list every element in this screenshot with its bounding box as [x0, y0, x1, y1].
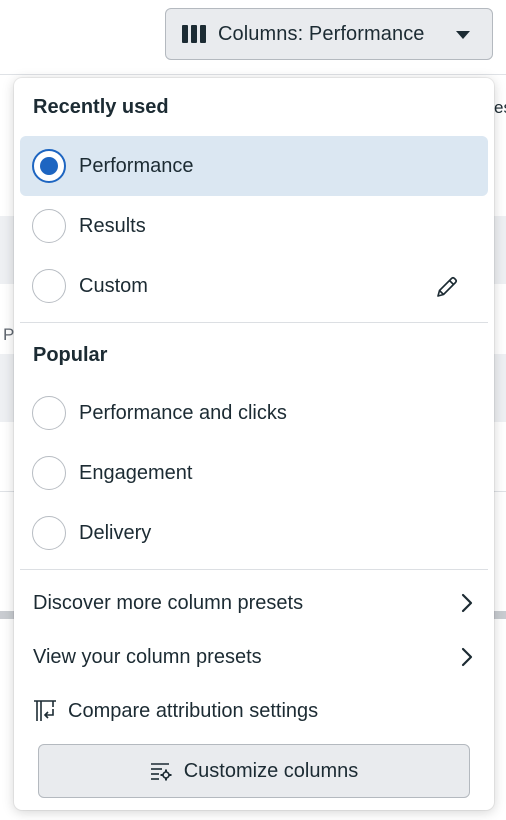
- radio-button[interactable]: [32, 516, 66, 550]
- compare-attribution-settings-link[interactable]: Compare attribution settings: [20, 686, 488, 736]
- caret-down-icon: [456, 31, 470, 39]
- background-text-fragment: es: [494, 98, 506, 117]
- columns-icon: [182, 25, 206, 43]
- radio-button[interactable]: [32, 149, 66, 183]
- option-label: Delivery: [79, 521, 152, 544]
- columns-button-label: Columns: Performance: [218, 22, 425, 45]
- section-title-recently-used: Recently used: [33, 96, 169, 118]
- option-label: Custom: [79, 274, 148, 297]
- link-label: Compare attribution settings: [68, 699, 319, 722]
- radio-button[interactable]: [32, 209, 66, 243]
- link-label: Discover more column presets: [33, 591, 304, 614]
- radio-button[interactable]: [32, 456, 66, 490]
- radio-button[interactable]: [32, 396, 66, 430]
- link-label: View your column presets: [33, 645, 262, 668]
- section-divider: [20, 569, 488, 570]
- customize-columns-label: Customize columns: [183, 759, 359, 782]
- settings-sliders-icon: [150, 763, 172, 781]
- columns-preset-button[interactable]: Columns: Performance: [165, 8, 493, 60]
- discover-column-presets-link[interactable]: Discover more column presets: [20, 578, 488, 628]
- option-label: Performance and clicks: [79, 401, 287, 424]
- compare-attribution-icon: [34, 700, 56, 721]
- chevron-right-icon: [461, 647, 473, 667]
- radio-button[interactable]: [32, 269, 66, 303]
- background-text-fragment: P: [3, 325, 15, 344]
- columns-dropdown-menu: Recently used Performance Results Custom…: [14, 78, 494, 810]
- view-column-presets-link[interactable]: View your column presets: [20, 632, 488, 682]
- option-label: Results: [79, 214, 146, 237]
- option-performance-and-clicks[interactable]: Performance and clicks: [20, 383, 488, 443]
- option-delivery[interactable]: Delivery: [20, 503, 488, 563]
- option-results[interactable]: Results: [20, 196, 488, 256]
- customize-columns-button[interactable]: Customize columns: [38, 744, 470, 798]
- option-label: Engagement: [79, 461, 193, 484]
- pencil-edit-icon[interactable]: [434, 274, 460, 300]
- option-performance[interactable]: Performance: [20, 136, 488, 196]
- option-custom[interactable]: Custom: [20, 256, 488, 316]
- section-title-popular: Popular: [33, 344, 108, 366]
- chevron-right-icon: [461, 593, 473, 613]
- option-engagement[interactable]: Engagement: [20, 443, 488, 503]
- section-divider: [20, 322, 488, 323]
- option-label: Performance: [79, 154, 194, 177]
